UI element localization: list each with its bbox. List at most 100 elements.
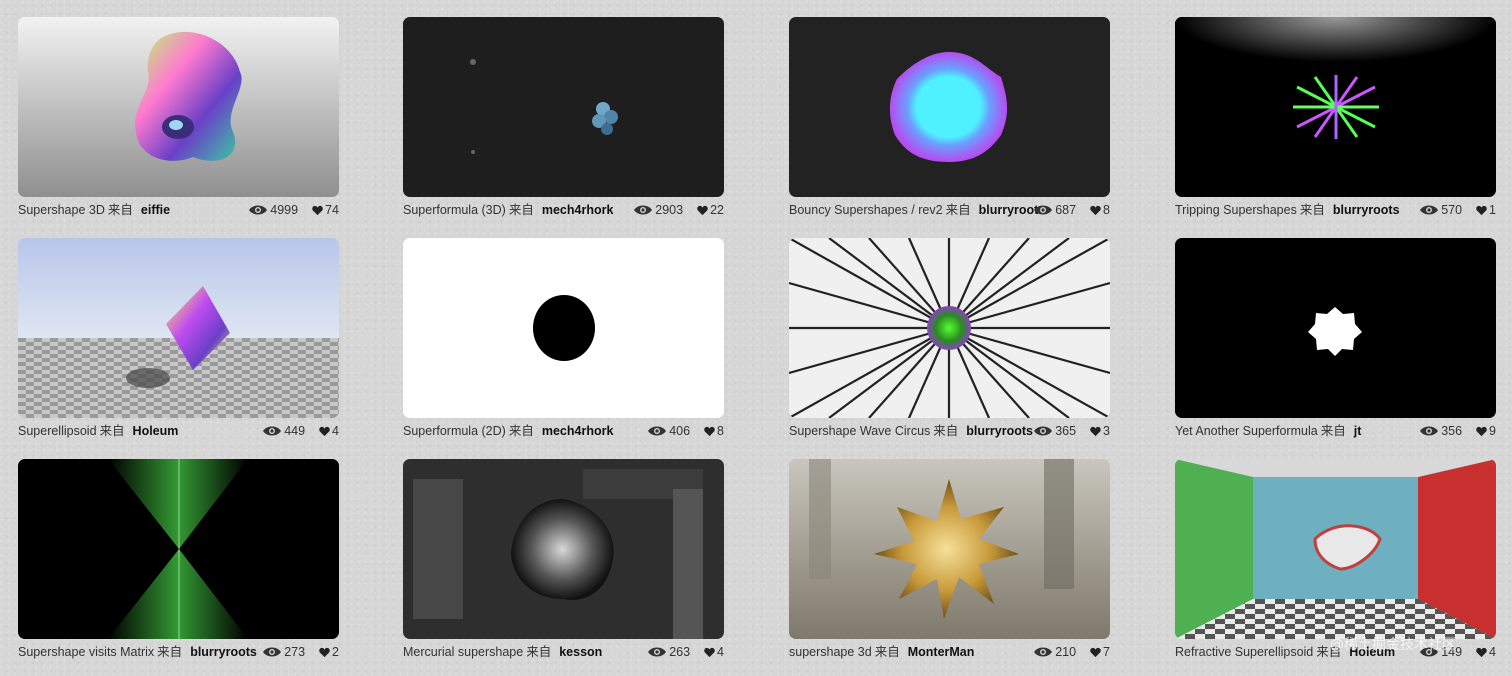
view-count: 2903 — [633, 200, 683, 220]
heart-icon — [1090, 426, 1101, 436]
view-count: 356 — [1419, 421, 1462, 441]
like-count: 74 — [312, 200, 339, 220]
from-label: 来自 — [526, 645, 552, 659]
eye-icon — [634, 205, 653, 215]
from-label: 来自 — [1299, 203, 1325, 217]
eye-icon — [1420, 426, 1439, 436]
eye-icon — [1034, 426, 1053, 436]
shader-card: Mercurial supershape 来自 kesson 263 4 — [403, 459, 724, 664]
like-count: 3 — [1090, 421, 1110, 441]
like-count: 4 — [1476, 642, 1496, 662]
shader-card: Superellipsoid 来自 Holeum 449 4 — [18, 238, 339, 443]
shader-thumbnail[interactable] — [403, 17, 724, 197]
shader-card: Supershape 3D 来自 eiffie 4999 74 — [18, 17, 339, 222]
shader-title[interactable]: Superformula (2D) — [403, 424, 506, 438]
author-link[interactable]: jt — [1354, 424, 1362, 438]
heart-icon — [319, 426, 330, 436]
shader-thumbnail[interactable] — [1175, 459, 1496, 639]
author-link[interactable]: eiffie — [141, 203, 170, 217]
from-label: 来自 — [945, 203, 971, 217]
shader-card: Bouncy Supershapes / rev2 来自 blurryroots 6… — [789, 17, 1110, 222]
heart-icon — [1476, 205, 1487, 215]
shader-thumbnail[interactable] — [1175, 238, 1496, 418]
shader-title[interactable]: Supershape 3D — [18, 203, 105, 217]
heart-icon — [1476, 647, 1487, 657]
view-count: 406 — [647, 421, 690, 441]
shader-title[interactable]: Yet Another Superformula — [1175, 424, 1318, 438]
shader-title[interactable]: Bouncy Supershapes / rev2 — [789, 203, 943, 217]
like-count: 1 — [1476, 200, 1496, 220]
eye-icon — [249, 205, 268, 215]
heart-icon — [319, 647, 330, 657]
like-count: 8 — [704, 421, 724, 441]
eye-icon — [648, 647, 667, 657]
shader-title[interactable]: Superformula (3D) — [403, 203, 506, 217]
from-label: 来自 — [874, 645, 900, 659]
shader-title[interactable]: Supershape Wave Circus — [789, 424, 930, 438]
shader-thumbnail[interactable] — [789, 17, 1110, 197]
eye-icon — [263, 426, 282, 436]
view-count: 365 — [1033, 421, 1076, 441]
shader-thumbnail[interactable] — [403, 238, 724, 418]
shader-thumbnail[interactable] — [18, 459, 339, 639]
like-count: 4 — [319, 421, 339, 441]
heart-icon — [704, 647, 715, 657]
like-count: 4 — [704, 642, 724, 662]
from-label: 来自 — [508, 203, 534, 217]
from-label: 来自 — [508, 424, 534, 438]
like-count: 9 — [1476, 421, 1496, 441]
author-link[interactable]: Holeum — [133, 424, 179, 438]
shader-thumbnail[interactable] — [18, 238, 339, 418]
author-link[interactable]: mech4rhork — [542, 203, 614, 217]
shader-thumbnail[interactable] — [403, 459, 724, 639]
heart-icon — [697, 205, 708, 215]
view-count: 449 — [262, 421, 305, 441]
eye-icon — [648, 426, 667, 436]
shader-card: Superformula (2D) 来自 mech4rhork 406 8 — [403, 238, 724, 443]
heart-icon — [704, 426, 715, 436]
from-label: 来自 — [1320, 424, 1346, 438]
from-label: 来自 — [107, 203, 133, 217]
heart-icon — [1476, 426, 1487, 436]
view-count: 4999 — [248, 200, 298, 220]
heart-icon — [1090, 647, 1101, 657]
shader-thumbnail[interactable] — [789, 238, 1110, 418]
eye-icon — [1420, 205, 1439, 215]
shader-title[interactable]: Mercurial supershape — [403, 645, 523, 659]
shader-card: Supershape visits Matrix 来自 blurryroots 27… — [18, 459, 339, 664]
shader-title[interactable]: Refractive Superellipsoid — [1175, 645, 1313, 659]
like-count: 8 — [1090, 200, 1110, 220]
shader-thumbnail[interactable] — [18, 17, 339, 197]
shader-card: supershape 3d 来自 MonterMan 210 7 — [789, 459, 1110, 664]
like-count: 7 — [1090, 642, 1110, 662]
shader-thumbnail[interactable] — [789, 459, 1110, 639]
shader-gallery-grid: Supershape 3D 来自 eiffie 4999 74 Superformu… — [0, 0, 1512, 676]
heart-icon — [1090, 205, 1101, 215]
shader-title[interactable]: Supershape visits Matrix — [18, 645, 154, 659]
author-link[interactable]: mech4rhork — [542, 424, 614, 438]
shader-card: Superformula (3D) 来自 mech4rhork 2903 22 — [403, 17, 724, 222]
from-label: 来自 — [933, 424, 959, 438]
author-link[interactable]: kesson — [559, 645, 602, 659]
like-count: 2 — [319, 642, 339, 662]
shader-title[interactable]: Tripping Supershapes — [1175, 203, 1297, 217]
eye-icon — [1034, 647, 1053, 657]
shader-title[interactable]: supershape 3d — [789, 645, 872, 659]
shader-thumbnail[interactable] — [1175, 17, 1496, 197]
like-count: 22 — [697, 200, 724, 220]
shader-title[interactable]: Superellipsoid — [18, 424, 97, 438]
view-count: 687 — [1033, 200, 1076, 220]
view-count: 210 — [1033, 642, 1076, 662]
author-link[interactable]: blurryroots — [190, 645, 257, 659]
shader-card: Tripping Supershapes 来自 blurryroots 570 1 — [1175, 17, 1496, 222]
view-count: 570 — [1419, 200, 1462, 220]
from-label: 来自 — [99, 424, 125, 438]
watermark: @稀土掘金技术社区 — [1330, 637, 1456, 653]
author-link[interactable]: blurryroots — [1333, 203, 1400, 217]
shader-card: Yet Another Superformula 来自 jt 356 9 — [1175, 238, 1496, 443]
shader-card: Supershape Wave Circus 来自 blurryroots 365 … — [789, 238, 1110, 443]
heart-icon — [312, 205, 323, 215]
eye-icon — [1034, 205, 1053, 215]
author-link[interactable]: MonterMan — [908, 645, 975, 659]
from-label: 来自 — [157, 645, 183, 659]
